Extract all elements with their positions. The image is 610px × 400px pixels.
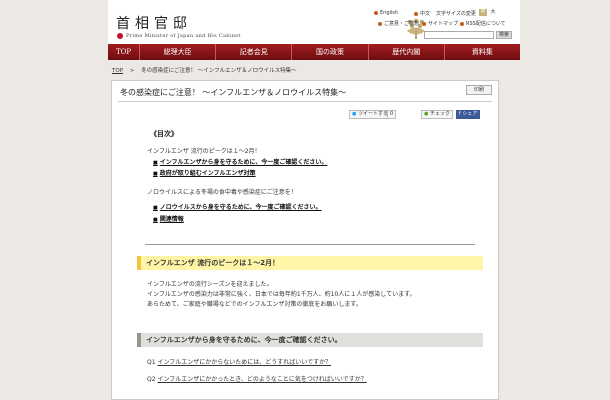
- bullet-dot-icon: [378, 21, 382, 26]
- bullet-dot-icon: [422, 21, 426, 26]
- nav-item-press-conference[interactable]: 記者会見: [216, 44, 293, 60]
- lang-english-link[interactable]: English: [374, 10, 398, 16]
- print-button[interactable]: 印刷: [466, 85, 492, 95]
- nav-item-policies[interactable]: 国の政策: [292, 44, 369, 60]
- font-size-label: 文字サイズの変更: [436, 11, 476, 17]
- page: 首相官邸 Prime Minister of Japan and His Cab…: [0, 0, 610, 400]
- toc-noro-protect-link[interactable]: ノロウイルスから身を守るために、今一度ご確認ください。: [153, 202, 322, 211]
- article-title: 冬の感染症にご注意！ ～インフルエンザ＆ノロウイルス特集～: [120, 88, 347, 97]
- sitemap-link[interactable]: サイトマップ: [422, 20, 458, 27]
- rss-link[interactable]: RSS配信について: [460, 20, 506, 27]
- toc-related-link[interactable]: 関連情報: [153, 214, 184, 223]
- lang-chinese-link[interactable]: 中文: [414, 10, 430, 17]
- search-input[interactable]: [424, 31, 494, 39]
- nav-item-documents[interactable]: 資料集: [445, 44, 520, 60]
- site-title[interactable]: 首相官邸: [116, 13, 192, 33]
- tweet-count: 0: [387, 110, 397, 119]
- search-button[interactable]: 検索: [496, 31, 512, 39]
- article-card: 冬の感染症にご注意！ ～インフルエンザ＆ノロウイルス特集～ 印刷: [111, 80, 499, 400]
- bullet-dot-icon: [414, 11, 418, 16]
- title-divider: [118, 101, 492, 102]
- breadcrumb-top-link[interactable]: TOP: [112, 68, 123, 74]
- breadcrumb: TOP > 冬の感染症にご注意！ ～インフルエンザ＆ノロウイルス特集～: [112, 66, 297, 74]
- facebook-icon: f: [459, 111, 461, 117]
- nav-item-past-cabinets[interactable]: 歴代内閣: [369, 44, 445, 60]
- twitter-icon: ●: [352, 111, 357, 117]
- toc-flu-protect-link[interactable]: インフルエンザから身を守るために、今一度ご確認ください。: [153, 157, 328, 166]
- nav-item-top[interactable]: TOP: [108, 44, 140, 60]
- toc-flu-intro: インフルエンザ 流行のピークは１～2月！: [147, 148, 261, 155]
- section-flu-peak-heading: インフルエンザ 流行のピークは１～2月！: [137, 256, 483, 270]
- section-divider: [145, 244, 475, 245]
- toc-flu-govt-link[interactable]: 政府が取り組むインフルエンザ対策: [153, 168, 256, 177]
- nav-item-prime-minister[interactable]: 総理大臣: [140, 44, 217, 60]
- breadcrumb-separator: >: [129, 68, 135, 74]
- tweet-button[interactable]: ● ツイートする: [349, 110, 391, 119]
- section-flu-body-line: インフルエンザの流行シーズンを迎えました。: [147, 281, 273, 288]
- site-subtitle: Prime Minister of Japan and His Cabinet: [126, 33, 241, 39]
- check-icon: ●: [424, 111, 429, 117]
- breadcrumb-current: 冬の感染症にご注意！ ～インフルエンザ＆ノロウイルス特集～: [141, 68, 297, 74]
- section-flu-body-line: インフルエンザの感染力は非常に強く、日本では毎年約1千万人、約10人に１人が感染…: [147, 291, 416, 298]
- section-flu-body-line: あらためて、ご家庭や職場などでのインフルエンザ対策の徹底をお願いします。: [147, 301, 362, 308]
- question-link-q1[interactable]: Q1 インフルエンザにかからないためには、どうすればいいですか？: [147, 357, 331, 366]
- rss-icon: [460, 21, 464, 26]
- global-nav: TOP 総理大臣 記者会見 国の政策 歴代内閣 資料集: [108, 44, 520, 60]
- japan-flag-icon: [117, 33, 123, 39]
- bullet-dot-icon: [374, 10, 378, 15]
- question-link-q2[interactable]: Q2 インフルエンザにかかったとき、どのようなことに気をつければいいですか？: [147, 374, 367, 383]
- font-size-medium-button[interactable]: 中: [479, 9, 487, 16]
- facebook-share-button[interactable]: f シェア: [456, 110, 481, 119]
- check-button[interactable]: ● チェック: [421, 110, 453, 119]
- section-flu-protect-heading: インフルエンザから身を守るために、今一度ご確認ください。: [137, 333, 483, 347]
- toc-heading: 《目次》: [150, 130, 178, 138]
- feedback-link[interactable]: ご意見・ご感想: [378, 20, 419, 27]
- font-size-large-button[interactable]: 大: [489, 9, 497, 16]
- toc-noro-intro: ノロウイルスによる冬場の食中毒や感染症にご注意を！: [147, 189, 297, 196]
